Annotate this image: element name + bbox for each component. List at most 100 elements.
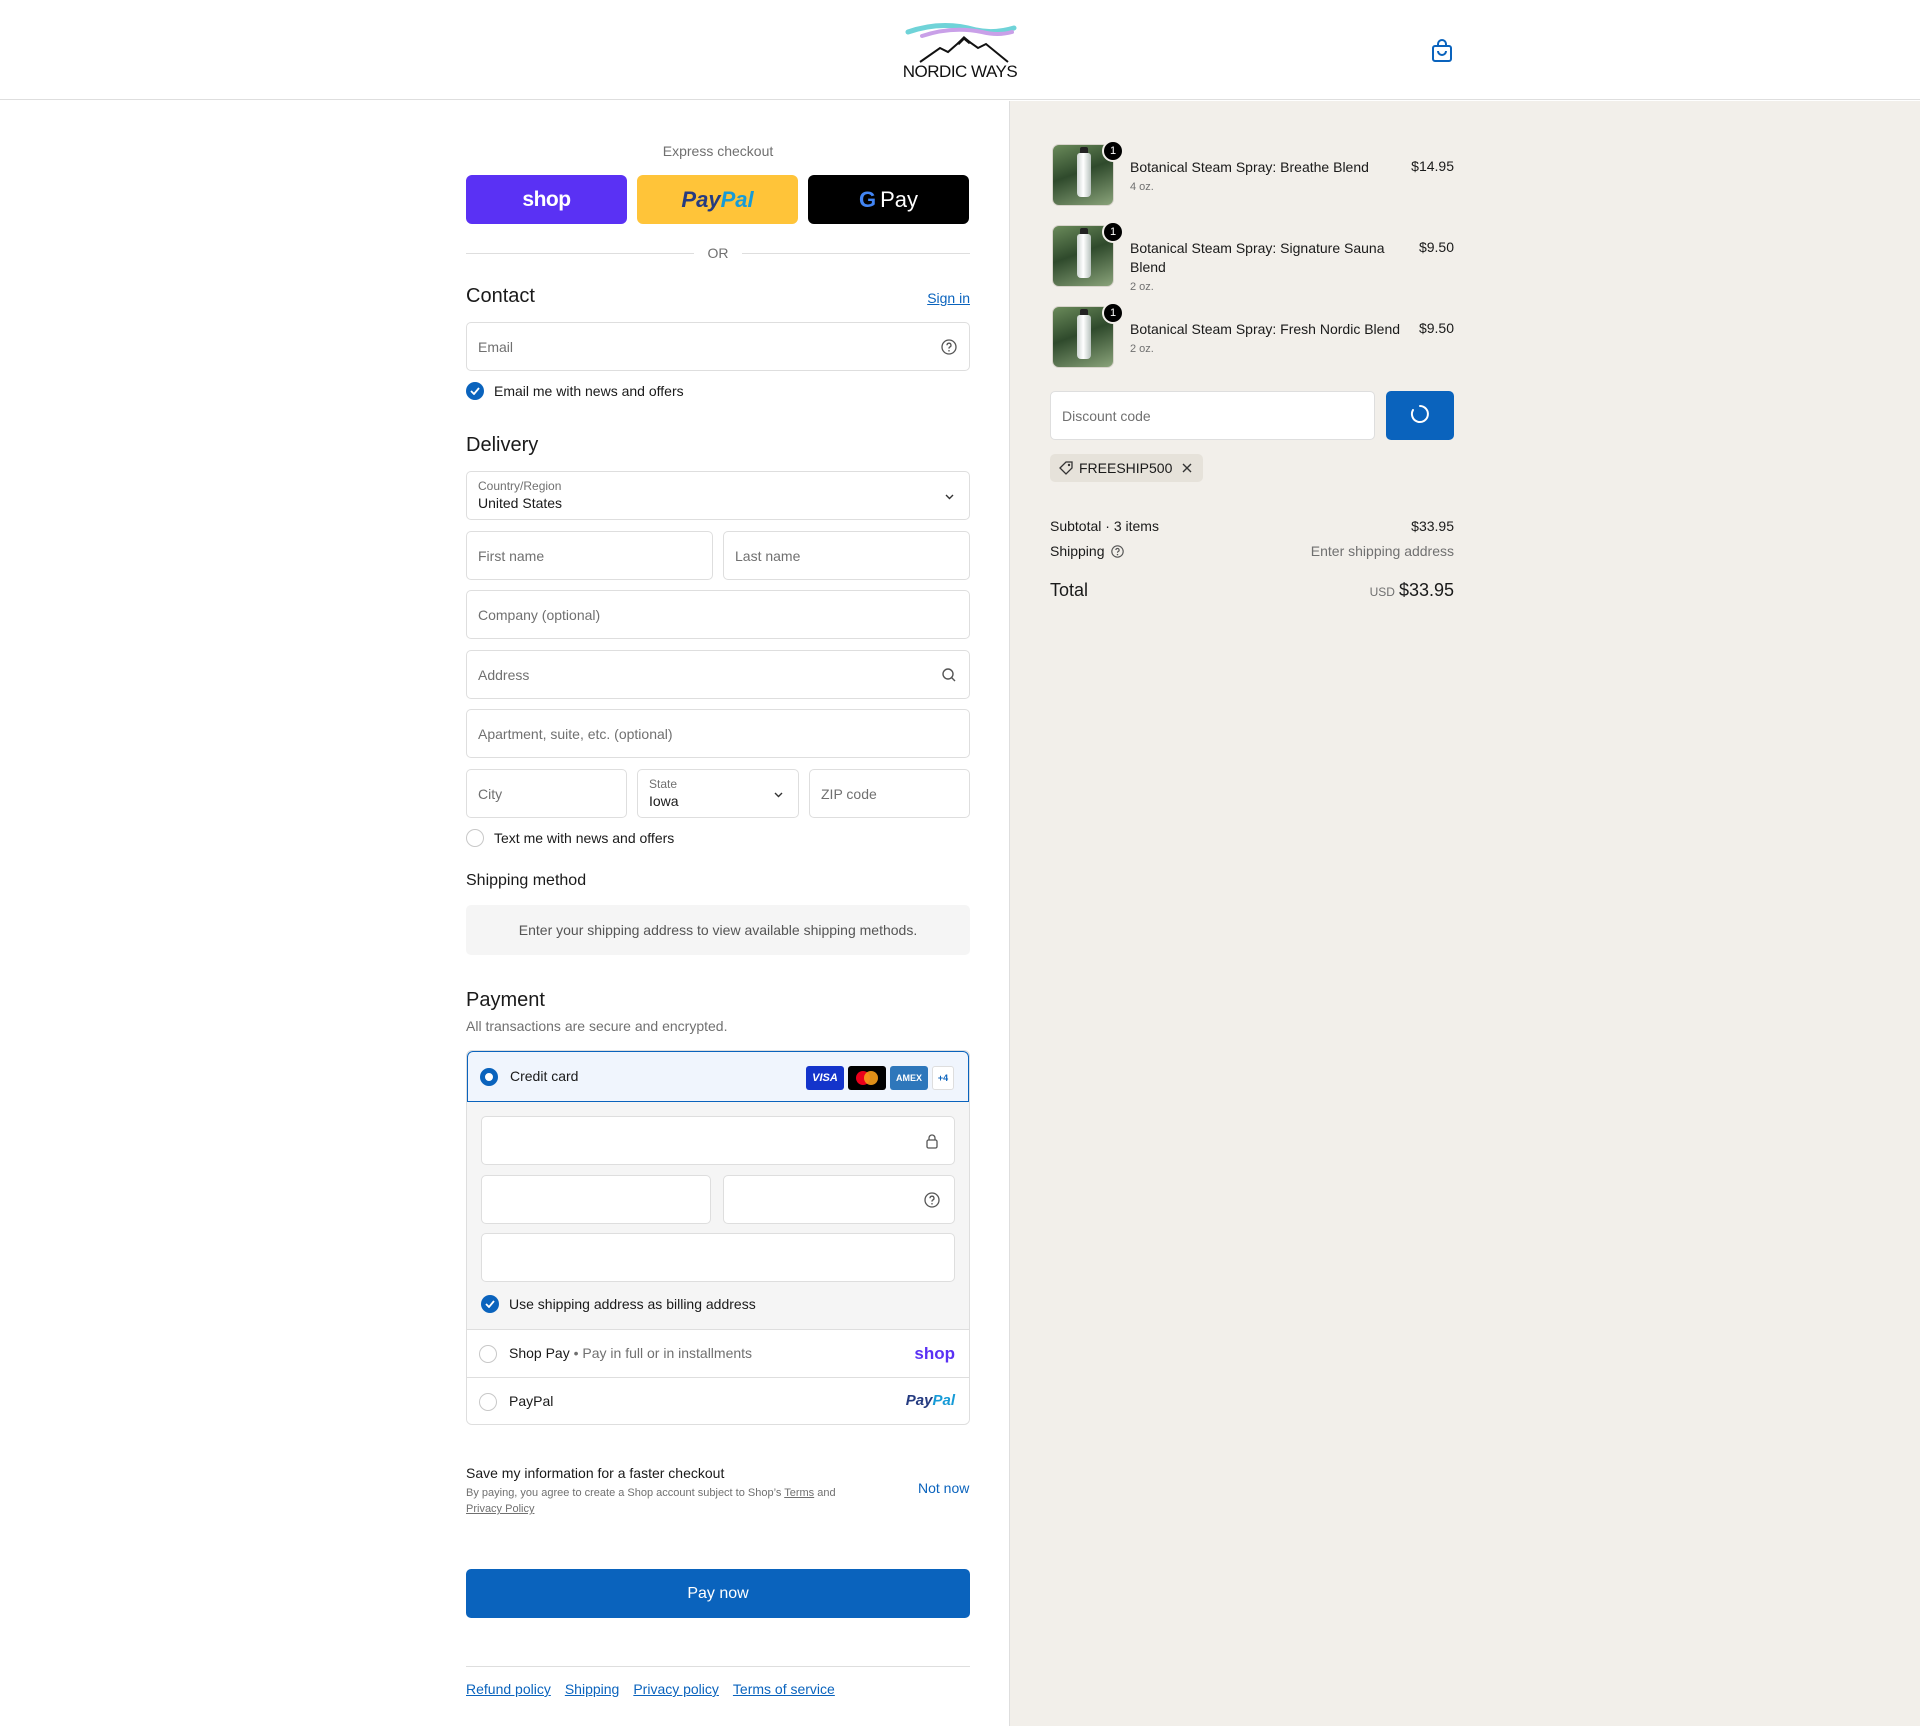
total-currency: USD bbox=[1369, 585, 1395, 599]
shop-pay-radio[interactable] bbox=[479, 1345, 497, 1363]
help-circle-icon[interactable] bbox=[924, 1192, 940, 1208]
email-news-label: Email me with news and offers bbox=[494, 383, 684, 399]
discount-tag: FREESHIP500 bbox=[1050, 454, 1204, 482]
email-news-checkbox[interactable] bbox=[466, 382, 484, 400]
billing-checkbox-row[interactable]: Use shipping address as billing address bbox=[481, 1294, 756, 1314]
first-name-field[interactable] bbox=[466, 531, 713, 580]
cart-button[interactable] bbox=[1430, 38, 1454, 64]
item-price: $9.50 bbox=[1418, 320, 1454, 336]
billing-same-checkbox[interactable] bbox=[481, 1295, 499, 1313]
shop-privacy-link[interactable]: Privacy Policy bbox=[466, 1503, 534, 1515]
tag-icon bbox=[1059, 461, 1073, 475]
shipping-policy-link[interactable]: Shipping bbox=[565, 1681, 620, 1697]
credit-card-label: Credit card bbox=[510, 1068, 579, 1084]
shop-pay-option[interactable]: Shop Pay • Pay in full or in installment… bbox=[467, 1329, 969, 1377]
discount-code-field[interactable] bbox=[1050, 391, 1375, 440]
payment-heading: Payment bbox=[466, 989, 545, 1011]
shipping-method-heading: Shipping method bbox=[466, 872, 587, 889]
check-icon bbox=[485, 1300, 495, 1308]
company-field[interactable] bbox=[466, 590, 970, 639]
apartment-input[interactable] bbox=[467, 710, 969, 757]
company-input[interactable] bbox=[467, 591, 969, 638]
state-select[interactable]: State Iowa bbox=[637, 769, 799, 818]
paypal-logo: PayPal bbox=[906, 1392, 955, 1409]
apartment-field[interactable] bbox=[466, 709, 970, 758]
logo-text: NORDIC WAYS bbox=[902, 62, 1018, 81]
email-news-checkbox-row[interactable]: Email me with news and offers bbox=[466, 381, 684, 401]
item-variant: 2 oz. bbox=[1130, 343, 1154, 355]
state-value: Iowa bbox=[649, 793, 679, 809]
expiration-field[interactable] bbox=[481, 1175, 711, 1224]
email-field[interactable] bbox=[466, 322, 970, 371]
city-input[interactable] bbox=[467, 770, 626, 817]
sign-in-link[interactable]: Sign in bbox=[927, 290, 970, 306]
store-logo[interactable]: NORDIC WAYS bbox=[902, 18, 1018, 82]
chevron-down-icon bbox=[945, 494, 954, 500]
last-name-field[interactable] bbox=[723, 531, 970, 580]
total-value: $33.95 bbox=[1398, 580, 1454, 600]
email-input[interactable] bbox=[467, 323, 969, 370]
name-on-card-input[interactable] bbox=[482, 1234, 954, 1281]
terms-of-service-link[interactable]: Terms of service bbox=[733, 1681, 835, 1697]
city-field[interactable] bbox=[466, 769, 627, 818]
help-circle-icon[interactable] bbox=[941, 339, 957, 355]
text-news-checkbox-row[interactable]: Text me with news and offers bbox=[466, 828, 674, 848]
text-news-checkbox[interactable] bbox=[466, 829, 484, 847]
apply-discount-button[interactable] bbox=[1386, 391, 1454, 440]
shopping-bag-icon bbox=[1432, 39, 1452, 62]
lock-icon bbox=[926, 1134, 938, 1149]
last-name-input[interactable] bbox=[724, 532, 969, 579]
privacy-policy-link[interactable]: Privacy policy bbox=[633, 1681, 719, 1697]
zip-input[interactable] bbox=[810, 770, 969, 817]
google-pay-express-button[interactable]: G Pay bbox=[808, 175, 969, 224]
shop-pay-label: Shop Pay bbox=[509, 1345, 570, 1361]
country-value: United States bbox=[478, 495, 563, 511]
address-input[interactable] bbox=[467, 651, 969, 698]
item-name: Botanical Steam Spray: Breathe Blend bbox=[1130, 159, 1369, 175]
item-name: Botanical Steam Spray: Fresh Nordic Blen… bbox=[1130, 321, 1401, 337]
paypal-radio[interactable] bbox=[479, 1393, 497, 1411]
paypal-express-button[interactable]: Pay Pal bbox=[637, 175, 798, 224]
shop-pay-express-button[interactable]: shop bbox=[466, 175, 627, 224]
expiration-input[interactable] bbox=[482, 1176, 710, 1223]
quantity-badge: 1 bbox=[1102, 302, 1124, 324]
security-code-input[interactable] bbox=[724, 1176, 954, 1223]
shop-terms-link[interactable]: Terms bbox=[784, 1487, 814, 1499]
paypal-label: PayPal bbox=[509, 1393, 554, 1409]
shop-pay-logo: shop bbox=[522, 187, 571, 211]
not-now-button[interactable]: Not now bbox=[918, 1480, 969, 1496]
paypal-option[interactable]: PayPal PayPal bbox=[467, 1377, 969, 1424]
shipping-label: Shipping bbox=[1050, 543, 1105, 559]
shipping-method-message: Enter your shipping address to view avai… bbox=[518, 922, 918, 938]
item-price: $9.50 bbox=[1418, 239, 1454, 255]
more-cards-badge: +4 bbox=[932, 1066, 954, 1090]
footer-links: Refund policy Shipping Privacy policy Te… bbox=[466, 1681, 835, 1697]
mastercard-circles-icon bbox=[856, 1071, 878, 1085]
discount-code-input[interactable] bbox=[1051, 392, 1374, 439]
amex-icon: AMEX bbox=[890, 1066, 928, 1090]
legal-text: By paying, you agree to create a Shop ac… bbox=[466, 1487, 782, 1499]
item-variant: 2 oz. bbox=[1130, 281, 1154, 293]
first-name-input[interactable] bbox=[467, 532, 712, 579]
card-number-input[interactable] bbox=[482, 1117, 954, 1164]
total-amount: USD $33.95 bbox=[1370, 580, 1454, 601]
address-field[interactable] bbox=[466, 650, 970, 699]
close-icon[interactable] bbox=[1181, 462, 1193, 474]
subtotal-row: Subtotal · 3 items $33.95 bbox=[1050, 518, 1454, 534]
help-circle-icon[interactable] bbox=[1111, 545, 1125, 558]
credit-card-option[interactable]: Credit card VISA AMEX +4 bbox=[467, 1051, 969, 1102]
name-on-card-field[interactable] bbox=[481, 1233, 955, 1282]
card-number-field[interactable] bbox=[481, 1116, 955, 1165]
refund-policy-link[interactable]: Refund policy bbox=[466, 1681, 551, 1697]
security-code-field[interactable] bbox=[723, 1175, 955, 1224]
pay-now-button[interactable]: Pay now bbox=[466, 1569, 970, 1618]
billing-same-label: Use shipping address as billing address bbox=[509, 1296, 756, 1312]
country-select[interactable]: Country/Region United States bbox=[466, 471, 970, 520]
credit-card-radio[interactable] bbox=[480, 1068, 498, 1086]
shop-pay-sublabel: Pay in full or in installments bbox=[582, 1345, 753, 1361]
zip-field[interactable] bbox=[809, 769, 970, 818]
mastercard-icon bbox=[848, 1066, 886, 1090]
contact-heading: Contact bbox=[466, 285, 535, 307]
line-item: 1 Botanical Steam Spray: Fresh Nordic Bl… bbox=[1050, 302, 1454, 372]
item-details: Botanical Steam Spray: Fresh Nordic Blen… bbox=[1130, 320, 1400, 359]
